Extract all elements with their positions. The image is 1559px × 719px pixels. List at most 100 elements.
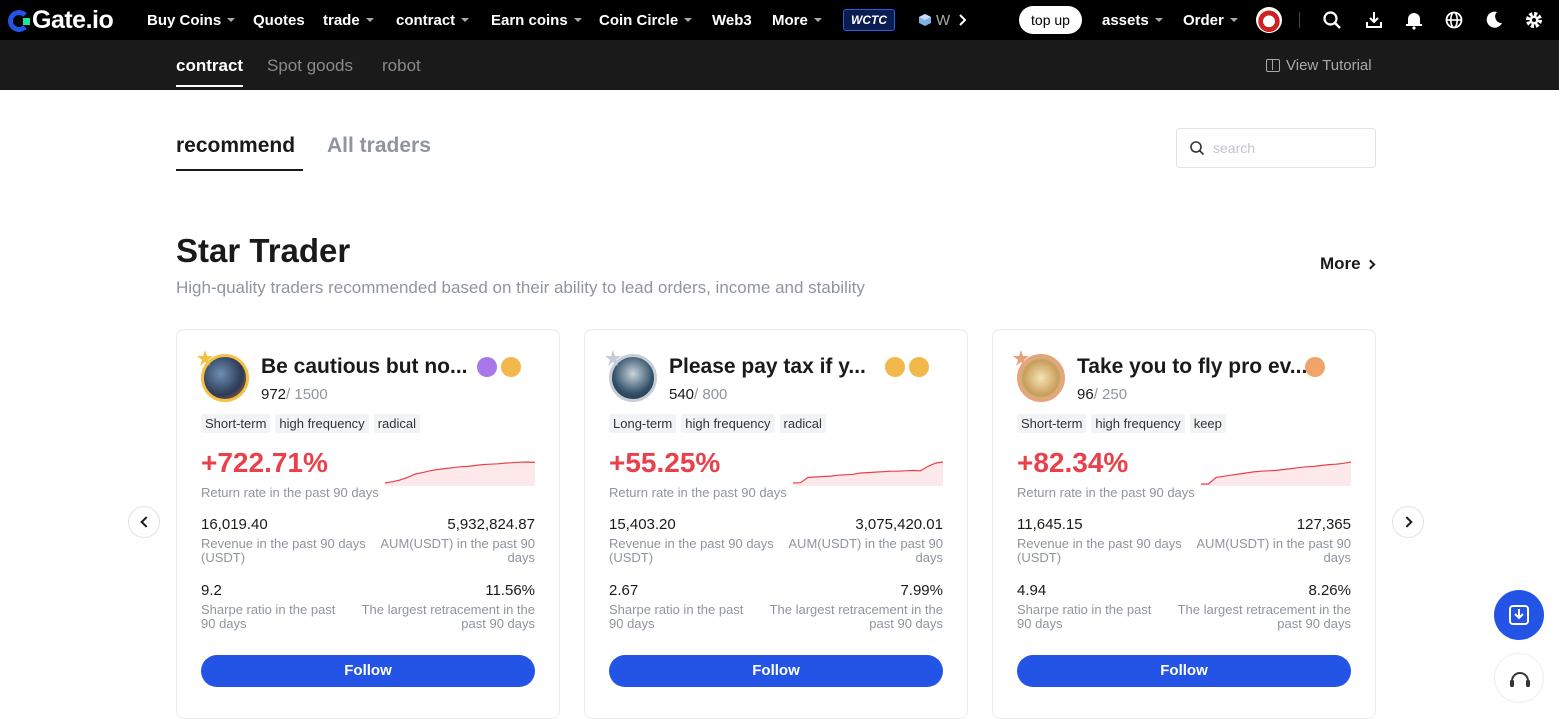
follower-current: 972 <box>261 386 287 403</box>
tab-recommend[interactable]: recommend <box>176 134 295 158</box>
trader-card[interactable]: Be cautious but no... 972/ 1500 Short-te… <box>176 329 560 719</box>
follow-button[interactable]: Follow <box>201 655 535 687</box>
top-up-button[interactable]: top up <box>1019 6 1082 34</box>
nav-label: More <box>772 11 808 29</box>
more-link[interactable]: More <box>1320 254 1376 274</box>
nav-coin-circle[interactable]: Coin Circle <box>599 0 693 40</box>
trader-name[interactable]: Take you to fly pro ev... <box>1077 355 1307 379</box>
bell-icon[interactable] <box>1404 10 1424 30</box>
nav-buy-coins[interactable]: Buy Coins <box>147 0 236 40</box>
carousel-prev-button[interactable] <box>128 506 160 538</box>
subtab-contract[interactable]: contract <box>176 56 243 76</box>
follower-current: 96 <box>1077 386 1094 403</box>
nav-order[interactable]: Order <box>1183 0 1238 40</box>
carousel-next-button[interactable] <box>1392 506 1424 538</box>
search-icon <box>1190 141 1205 156</box>
return-rate-label: Return rate in the past 90 days <box>1017 485 1195 500</box>
sharpe-label: Sharpe ratio in the past 90 days <box>609 602 744 631</box>
globe-icon[interactable] <box>1444 10 1464 30</box>
trader-tags: Short-term high frequency keep <box>1017 414 1226 433</box>
nav-assets[interactable]: assets <box>1102 0 1163 40</box>
promo-truncated[interactable]: W <box>918 0 950 40</box>
headset-icon <box>1510 672 1530 687</box>
download-app-button[interactable] <box>1494 590 1544 640</box>
retracement-stat: 11.56% The largest retracement in the pa… <box>347 582 535 631</box>
follow-button[interactable]: Follow <box>1017 655 1351 687</box>
trader-badge-icon <box>477 357 497 377</box>
revenue-stat: 15,403.20 Revenue in the past 90 days (U… <box>609 516 789 565</box>
moon-icon[interactable] <box>1484 10 1504 30</box>
retracement-value: 11.56% <box>485 582 535 599</box>
rank-star-icon <box>1013 350 1029 366</box>
sharpe-stat: 9.2 Sharpe ratio in the past 90 days <box>201 582 346 631</box>
chevron-right-icon[interactable] <box>958 14 966 26</box>
nav-label: Earn coins <box>491 11 568 29</box>
revenue-value: 16,019.40 <box>201 516 268 533</box>
sharpe-value: 4.94 <box>1017 582 1047 599</box>
retracement-label: The largest retracement in the past 90 d… <box>1177 602 1351 631</box>
trader-badge-icon <box>909 357 929 377</box>
return-rate-label: Return rate in the past 90 days <box>609 485 787 500</box>
logo-text: Gate.io <box>32 6 114 34</box>
sharpe-label: Sharpe ratio in the past 90 days <box>201 602 336 631</box>
download-icon <box>1509 605 1529 625</box>
search-input[interactable] <box>1213 140 1363 156</box>
download-icon[interactable] <box>1364 10 1384 30</box>
sharpe-stat: 2.67 Sharpe ratio in the past 90 days <box>609 582 754 631</box>
subtab-spot-goods[interactable]: Spot goods <box>267 56 353 76</box>
view-tutorial-link[interactable]: View Tutorial <box>1266 57 1372 74</box>
trader-tag: keep <box>1189 414 1226 433</box>
trader-tag: Long-term <box>609 414 677 433</box>
follow-button[interactable]: Follow <box>609 655 943 687</box>
subtab-robot[interactable]: robot <box>382 56 421 76</box>
trader-tag: high frequency <box>681 414 775 433</box>
nav-label: Quotes <box>253 11 305 29</box>
retracement-stat: 8.26% The largest retracement in the pas… <box>1163 582 1351 631</box>
nav-quotes[interactable]: Quotes <box>253 0 305 40</box>
chevron-right-icon <box>1400 516 1413 528</box>
revenue-label: Revenue in the past 90 days (USDT) <box>201 536 366 565</box>
gate-logo[interactable]: Gate.io <box>8 6 114 35</box>
nav-web3[interactable]: Web3 <box>712 0 752 40</box>
search-icon[interactable] <box>1322 10 1342 30</box>
return-rate: +55.25% <box>609 447 721 478</box>
customer-support-button[interactable] <box>1494 653 1544 703</box>
search-box[interactable] <box>1176 128 1376 168</box>
wctc-banner[interactable]: WCTC <box>843 9 895 31</box>
revenue-label: Revenue in the past 90 days (USDT) <box>609 536 774 565</box>
revenue-label: Revenue in the past 90 days (USDT) <box>1017 536 1182 565</box>
trader-name[interactable]: Be cautious but no... <box>261 355 468 379</box>
trader-tag: radical <box>373 414 420 433</box>
nav-trade[interactable]: trade <box>323 0 374 40</box>
sharpe-stat: 4.94 Sharpe ratio in the past 90 days <box>1017 582 1162 631</box>
nav-earn-coins[interactable]: Earn coins <box>491 0 582 40</box>
sparkline-area <box>385 462 535 486</box>
aum-stat: 5,932,824.87 AUM(USDT) in the past 90 da… <box>377 516 535 565</box>
aum-stat: 127,365 AUM(USDT) in the past 90 days <box>1193 516 1351 565</box>
chevron-left-icon <box>139 516 152 528</box>
nav-more[interactable]: More <box>772 0 822 40</box>
gear-icon[interactable] <box>1524 10 1544 30</box>
gate-logo-icon <box>8 9 30 32</box>
tab-active-indicator <box>176 169 303 171</box>
top-navigation-bar: Gate.io Buy Coins Quotes trade contract … <box>0 0 1559 40</box>
return-sparkline <box>385 461 535 486</box>
revenue-value: 15,403.20 <box>609 516 676 533</box>
subtab-active-indicator <box>176 85 243 87</box>
nav-label: contract <box>396 11 456 29</box>
follower-max: / 250 <box>1093 386 1128 403</box>
caret-down-icon <box>461 18 470 22</box>
trader-name[interactable]: Please pay tax if y... <box>669 355 866 379</box>
user-avatar[interactable] <box>1256 7 1282 33</box>
nav-label: Buy Coins <box>147 11 222 29</box>
return-rate: +722.71% <box>201 447 328 478</box>
trader-card[interactable]: Please pay tax if y... 540/ 800 Long-ter… <box>584 329 968 719</box>
trader-badge-icon <box>501 357 521 377</box>
revenue-stat: 11,645.15 Revenue in the past 90 days (U… <box>1017 516 1197 565</box>
follower-count: 540/ 800 <box>669 386 727 403</box>
tab-all-traders[interactable]: All traders <box>327 134 431 158</box>
nav-contract[interactable]: contract <box>396 0 470 40</box>
trader-card[interactable]: Take you to fly pro ev... 96/ 250 Short-… <box>992 329 1376 719</box>
revenue-stat: 16,019.40 Revenue in the past 90 days (U… <box>201 516 381 565</box>
book-icon <box>1266 59 1280 72</box>
